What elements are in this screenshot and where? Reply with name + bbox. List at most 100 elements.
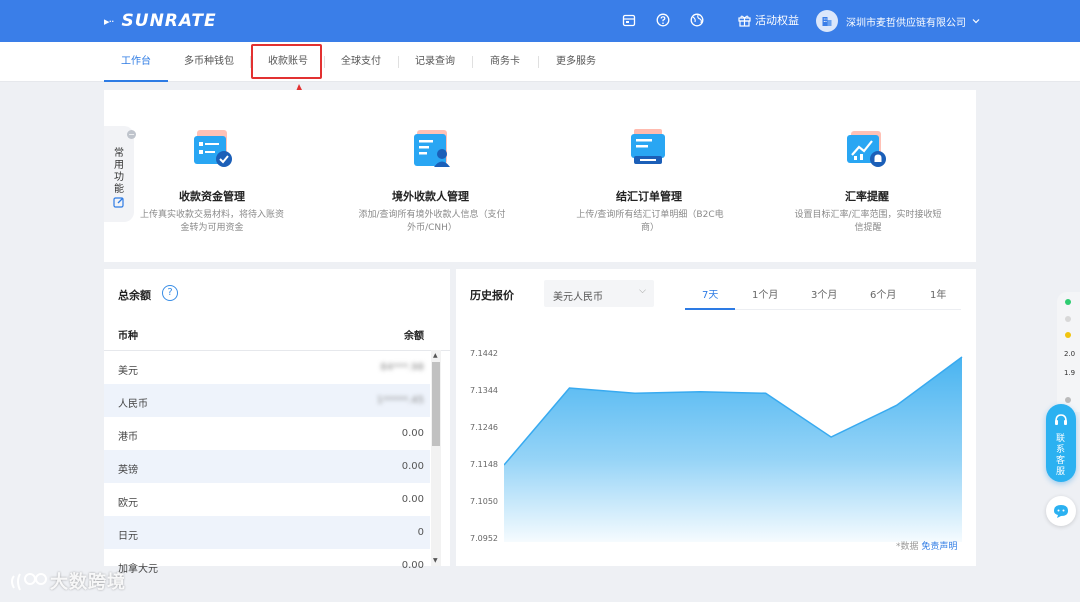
logo-mark: ▸·‧ [104, 14, 114, 28]
calendar-icon[interactable] [622, 13, 636, 27]
tab-workbench[interactable]: 工作台 [121, 42, 151, 82]
scrollbar-thumb[interactable] [432, 362, 440, 446]
chatbot-button[interactable] [1046, 496, 1076, 526]
range-tab-1m[interactable]: 1个月 [752, 286, 778, 301]
help-icon[interactable]: ? [162, 285, 178, 301]
table-row[interactable]: 美元 84***.98 [104, 351, 430, 384]
headset-icon [1055, 414, 1067, 425]
order-management-icon[interactable] [628, 128, 672, 170]
logo-text: SUNRATE [121, 11, 217, 31]
payee-management-icon[interactable] [410, 128, 454, 170]
tab-multi-currency-wallet[interactable]: 多币种钱包 [184, 42, 234, 82]
promo-link[interactable]: 活动权益 [738, 12, 799, 28]
watermark: 大数跨境 [10, 568, 126, 594]
y-tick-label: 7.1050 [470, 497, 498, 506]
function-title[interactable]: 汇率提醒 [845, 188, 889, 204]
settings-icon[interactable] [1065, 397, 1071, 403]
status-dot [1065, 299, 1071, 305]
main-nav: 工作台 多币种钱包 收款账号 全球支付 记录查询 商务卡 更多服务 [0, 42, 1080, 82]
function-description: 上传真实收款交易材料，将待入账资金转为可用资金 [139, 210, 284, 233]
promo-label: 活动权益 [755, 14, 799, 27]
function-description: 上传/查询所有结汇订单明细（B2C电商） [576, 210, 724, 233]
highlight-box [251, 44, 322, 79]
y-tick-label: 7.0952 [470, 534, 498, 543]
balance-amount: 0.00 [401, 461, 424, 472]
table-row[interactable]: 港币 0.00 [104, 417, 430, 450]
balance-amount: 0.00 [401, 560, 424, 571]
chevron-down-icon [972, 19, 980, 24]
tab-more-services[interactable]: 更多服务 [556, 42, 596, 82]
table-row[interactable]: 英镑 0.00 [104, 450, 430, 483]
table-row[interactable]: 人民币 1*****.45 [104, 384, 430, 417]
scroll-down-icon[interactable]: ▼ [433, 557, 438, 564]
balance-column-header: 余额 [404, 331, 424, 342]
balance-amount: 0.00 [401, 428, 424, 439]
currency-column-header: 币种 [118, 331, 138, 342]
currency-name: 英镑 [118, 465, 138, 476]
contact-service-button[interactable]: 联系客服 [1046, 404, 1076, 482]
globe-icon[interactable] [690, 13, 704, 27]
common-functions-label: 常用功能 [114, 148, 124, 195]
table-row[interactable]: 日元 0 [104, 516, 430, 549]
watermark-text: 大数跨境 [50, 572, 126, 593]
tab-business-card[interactable]: 商务卡 [490, 42, 520, 82]
table-row[interactable]: 欧元 0.00 [104, 483, 430, 516]
building-icon [822, 17, 832, 26]
y-tick-label: 7.1442 [470, 349, 498, 358]
balance-amount: 1*****.45 [376, 395, 424, 406]
currency-name: 日元 [118, 531, 138, 542]
total-balance-title: 总余额 [118, 289, 151, 302]
common-functions-panel [104, 90, 976, 262]
watermark-logo-icon [11, 573, 47, 591]
active-tab-indicator [104, 80, 168, 82]
disclaimer-prefix: *数据 [896, 542, 919, 552]
chat-icon [1054, 505, 1068, 518]
balance-amount: 84***.98 [380, 362, 424, 373]
function-title[interactable]: 境外收款人管理 [392, 188, 469, 204]
avatar [816, 10, 838, 32]
range-tab-6m[interactable]: 6个月 [870, 286, 896, 301]
collapse-icon[interactable]: − [127, 130, 136, 139]
disclaimer-link[interactable]: 免责声明 [921, 542, 957, 552]
function-title[interactable]: 结汇订单管理 [616, 188, 682, 204]
balance-amount: 0.00 [401, 494, 424, 505]
y-tick-label: 7.1344 [470, 386, 498, 395]
nav-divider [538, 56, 539, 68]
top-header: ▸·‧ SUNRATE 活动权益 深圳市麦哲供应链有限公司 [0, 0, 1080, 42]
upload-speed: 2.0 [1064, 350, 1076, 358]
nav-divider [324, 56, 325, 68]
range-tab-1y[interactable]: 1年 [930, 286, 946, 301]
help-icon[interactable] [656, 13, 670, 27]
y-tick-label: 7.1148 [470, 460, 498, 469]
function-title[interactable]: 收款资金管理 [179, 188, 245, 204]
nav-divider [472, 56, 473, 68]
scroll-up-icon[interactable]: ▲ [433, 352, 438, 359]
nav-divider [398, 56, 399, 68]
edit-icon[interactable] [113, 196, 125, 208]
range-tab-3m[interactable]: 3个月 [811, 286, 837, 301]
exchange-rate-chart [504, 356, 963, 542]
currency-pair-select[interactable]: 美元人民币 ⌵ [544, 280, 654, 307]
tab-global-payment[interactable]: 全球支付 [341, 42, 381, 82]
table-row[interactable]: 加拿大元 0.00 [104, 549, 430, 582]
currency-pair-value: 美元人民币 [553, 292, 603, 303]
data-disclaimer: *数据 免责声明 [896, 539, 957, 552]
currency-name: 人民币 [118, 399, 148, 410]
tab-record-query[interactable]: 记录查询 [415, 42, 455, 82]
sunrate-logo[interactable]: ▸·‧ SUNRATE [104, 10, 217, 32]
currency-name: 港币 [118, 432, 138, 443]
function-description: 设置目标汇率/汇率范围，实时接收短信提醒 [794, 210, 942, 233]
function-description: 添加/查询所有境外收款人信息（支付外币/CNH） [358, 210, 506, 233]
company-name: 深圳市麦哲供应链有限公司 [846, 17, 966, 29]
active-range-indicator [685, 308, 735, 310]
company-menu[interactable]: 深圳市麦哲供应链有限公司 [816, 10, 981, 32]
range-tab-7d[interactable]: 7天 [702, 286, 718, 301]
status-dot [1065, 332, 1071, 338]
money-management-icon[interactable] [191, 128, 235, 170]
rate-alert-icon[interactable] [844, 128, 888, 170]
rate-area [504, 357, 962, 542]
gift-icon [738, 15, 751, 27]
currency-name: 欧元 [118, 498, 138, 509]
y-tick-label: 7.1246 [470, 423, 498, 432]
balance-amount: 0 [417, 527, 424, 538]
